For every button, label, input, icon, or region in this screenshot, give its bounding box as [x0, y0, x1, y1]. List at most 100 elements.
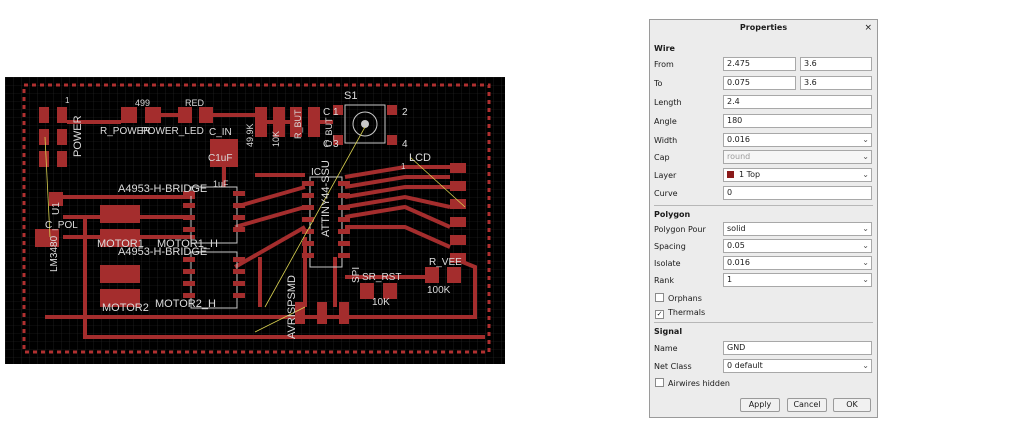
chevron-down-icon: ⌄	[862, 224, 869, 233]
layer-select[interactable]: 1 Top ⌄	[723, 168, 872, 182]
to-x-field[interactable]: 0.075	[723, 76, 796, 90]
to-y-field[interactable]: 3.6	[800, 76, 872, 90]
label-s1: S1	[344, 90, 357, 102]
label-r-vee: R_VEE	[429, 257, 462, 268]
label-1uf: 1uF	[213, 179, 229, 189]
label-r-vee-val: 100K	[427, 285, 451, 296]
pcb-canvas[interactable]: S1 LCD 499 RED R_POWER POWER_LED C_IN C1…	[5, 77, 505, 364]
rank-label: Rank	[654, 276, 674, 285]
label-c1uf: C1uF	[208, 153, 232, 164]
orphans-label: Orphans	[668, 294, 702, 303]
label-red: RED	[185, 98, 205, 108]
label-spi: SPI	[351, 267, 362, 283]
dialog-title: Properties	[739, 23, 788, 32]
from-label: From	[654, 60, 674, 69]
avrisp-header	[295, 302, 349, 324]
label-avrispsmd: AVRISPSMD	[286, 275, 298, 339]
apply-button[interactable]: Apply	[740, 398, 780, 412]
label-pwr-pin: 1	[65, 96, 70, 105]
cap-select: round ⌄	[723, 150, 872, 164]
chevron-down-icon: ⌄	[862, 241, 869, 250]
label-c-in: C_IN	[209, 127, 232, 138]
isolate-select[interactable]: 0.016 ⌄	[723, 256, 872, 270]
chevron-down-icon: ⌄	[862, 152, 869, 161]
polygon-pour-select[interactable]: solid ⌄	[723, 222, 872, 236]
name-label: Name	[654, 344, 678, 353]
spacing-select[interactable]: 0.05 ⌄	[723, 239, 872, 253]
label-49-9k: 49.9K	[245, 123, 255, 147]
orphans-checkbox[interactable]: Orphans	[655, 293, 702, 303]
width-label: Width	[654, 136, 678, 145]
section-signal: Signal	[654, 327, 683, 336]
width-select[interactable]: 0.016 ⌄	[723, 133, 872, 147]
checkbox-box	[655, 293, 664, 302]
cap-label: Cap	[654, 153, 670, 162]
label-r-but: R_BUT	[293, 109, 303, 139]
divider	[654, 205, 873, 206]
rank-select[interactable]: 1 ⌄	[723, 273, 872, 287]
label-motor1: MOTOR1	[97, 238, 144, 250]
checkmark-icon: ✓	[655, 310, 664, 319]
rank-value: 1	[727, 275, 733, 284]
net-class-select[interactable]: 0 default ⌄	[723, 359, 872, 373]
polygon-pour-label: Polygon Pour	[654, 225, 706, 234]
label-attiny: ATTINY44-SSU	[320, 160, 332, 237]
label-u1: U1	[51, 202, 62, 215]
checkbox-box	[655, 378, 664, 387]
curve-field[interactable]: 0	[723, 186, 872, 200]
from-x-field[interactable]: 2.475	[723, 57, 796, 71]
label-pin4: 4	[402, 139, 408, 150]
to-label: To	[654, 79, 663, 88]
label-sr-rst: SR_RST	[362, 272, 401, 283]
label-lcd: LCD	[409, 152, 431, 164]
spacing-label: Spacing	[654, 242, 686, 251]
layer-value: 1 Top	[739, 170, 761, 179]
label-btn-c1: C	[323, 107, 330, 118]
cap-value: round	[727, 152, 751, 161]
signal-name-field[interactable]: GND	[723, 341, 872, 355]
thermals-checkbox[interactable]: ✓ Thermals	[655, 308, 705, 319]
curve-label: Curve	[654, 189, 678, 198]
label-power-led: POWER_LED	[141, 126, 204, 137]
isolate-label: Isolate	[654, 259, 681, 268]
net-class-label: Net Class	[654, 362, 692, 371]
close-icon[interactable]: ×	[864, 20, 872, 36]
label-motor1-h: MOTOR1_H	[157, 238, 218, 250]
section-polygon: Polygon	[654, 210, 691, 219]
spacing-value: 0.05	[727, 241, 745, 250]
section-wire: Wire	[654, 44, 675, 53]
angle-label: Angle	[654, 117, 677, 126]
polygon-pour-value: solid	[727, 224, 746, 233]
layer-label: Layer	[654, 171, 677, 180]
label-motor2-h: MOTOR2_H	[155, 298, 216, 310]
label-motor2: MOTOR2	[102, 302, 149, 314]
pcb-board-svg[interactable]: S1 LCD 499 RED R_POWER POWER_LED C_IN C1…	[5, 77, 505, 364]
chevron-down-icon: ⌄	[862, 170, 869, 179]
airwires-hidden-checkbox[interactable]: Airwires hidden	[655, 378, 730, 388]
length-label: Length	[654, 98, 682, 107]
length-field[interactable]: 2.4	[723, 95, 872, 109]
label-499: 499	[135, 98, 150, 108]
label-lcd-pin: 1	[401, 162, 406, 171]
thermals-label: Thermals	[668, 308, 706, 317]
label-power: POWER	[72, 115, 84, 157]
airwires-hidden-label: Airwires hidden	[668, 379, 730, 388]
width-value: 0.016	[727, 135, 750, 144]
label-lm: LM3480	[49, 235, 60, 272]
from-y-field[interactable]: 3.6	[800, 57, 872, 71]
label-r-rst-val: 10K	[372, 297, 390, 308]
chevron-down-icon: ⌄	[862, 361, 869, 370]
angle-field[interactable]: 180	[723, 114, 872, 128]
layer-color-swatch	[727, 171, 734, 178]
label-c-but: C_BUT	[324, 117, 334, 147]
isolate-value: 0.016	[727, 258, 750, 267]
label-pin2: 2	[402, 107, 408, 118]
net-class-value: 0 default	[727, 361, 763, 370]
ok-button[interactable]: OK	[833, 398, 871, 412]
chevron-down-icon: ⌄	[862, 258, 869, 267]
cancel-button[interactable]: Cancel	[787, 398, 827, 412]
chevron-down-icon: ⌄	[862, 135, 869, 144]
label-10k: 10K	[271, 131, 281, 147]
divider	[654, 322, 873, 323]
label-hbridge1: A4953-H-BRIDGE	[118, 183, 207, 195]
